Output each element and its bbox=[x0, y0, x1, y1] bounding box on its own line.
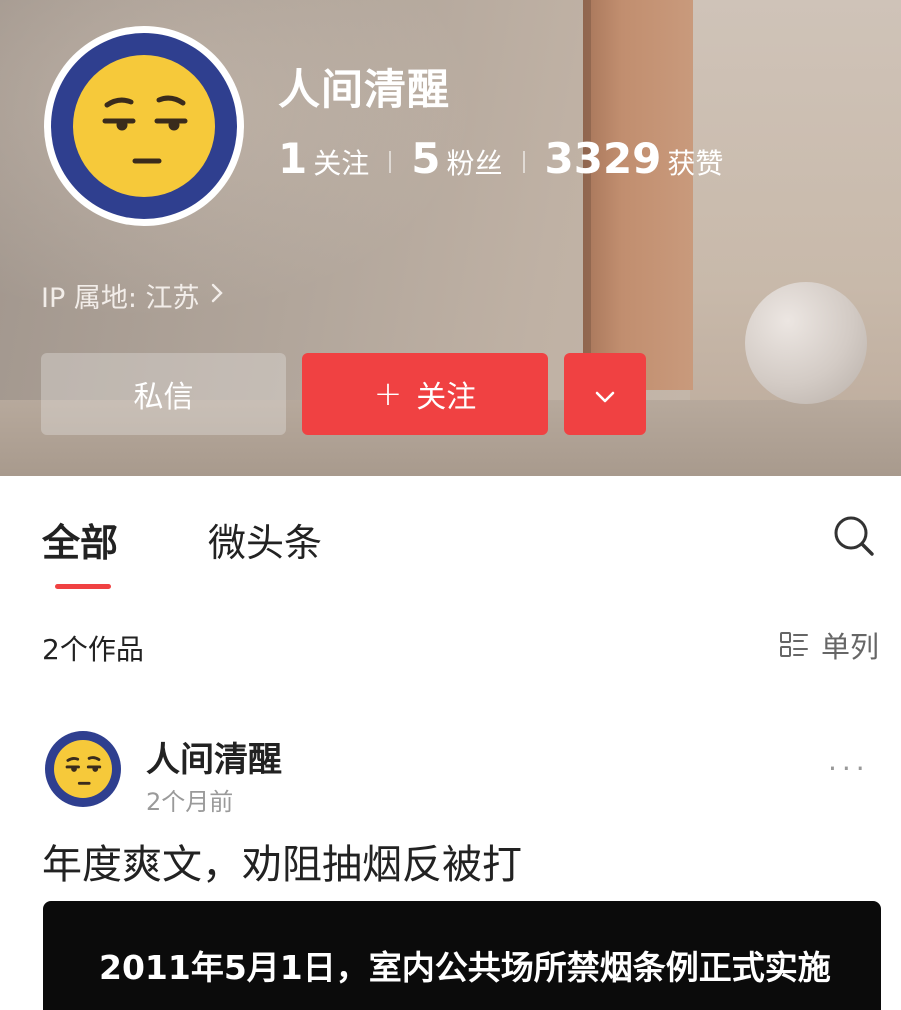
header-background-ball bbox=[745, 282, 867, 404]
message-button[interactable]: 私信 bbox=[41, 353, 286, 435]
profile-name: 人间清醒 bbox=[278, 65, 451, 114]
skeptical-face-svg bbox=[65, 756, 102, 785]
emoji-face-icon bbox=[54, 740, 112, 798]
skeptical-face-svg bbox=[102, 95, 188, 164]
post-author-avatar[interactable] bbox=[42, 728, 124, 810]
ip-location-text: IP 属地: 江苏 bbox=[41, 283, 200, 314]
chevron-down-icon bbox=[594, 377, 616, 412]
post-image[interactable]: 2011年5月1日，室内公共场所禁烟条例正式实施 bbox=[43, 901, 881, 1010]
tab-all[interactable]: 全部 bbox=[42, 512, 118, 567]
header-background-door-edge bbox=[583, 0, 591, 390]
followers-count[interactable]: 5 bbox=[411, 134, 440, 183]
active-tab-indicator bbox=[55, 584, 111, 589]
following-count[interactable]: 1 bbox=[278, 134, 307, 183]
header-background-door bbox=[583, 0, 693, 390]
stat-divider bbox=[522, 151, 525, 173]
post-author-name[interactable]: 人间清醒 bbox=[146, 732, 282, 781]
avatar-ring bbox=[51, 33, 237, 219]
stat-divider bbox=[389, 151, 392, 173]
more-options-button[interactable] bbox=[564, 353, 646, 435]
content-tabs: 全部 微头条 bbox=[0, 476, 901, 606]
ip-location-link[interactable]: IP 属地: 江苏 bbox=[41, 276, 224, 315]
emoji-face-icon bbox=[73, 55, 215, 197]
list-layout-icon bbox=[779, 632, 808, 657]
chevron-right-icon bbox=[210, 282, 224, 310]
layout-toggle-button[interactable]: 单列 bbox=[779, 624, 879, 666]
layout-toggle-label: 单列 bbox=[820, 630, 879, 664]
avatar-ring bbox=[45, 731, 121, 807]
more-dots-icon[interactable]: ··· bbox=[828, 752, 870, 785]
message-button-label: 私信 bbox=[133, 380, 194, 415]
plus-icon: + bbox=[373, 374, 403, 414]
post-title[interactable]: 年度爽文，劝阻抽烟反被打 bbox=[42, 832, 522, 890]
follow-button-label: 关注 bbox=[416, 380, 477, 415]
works-count: 2个作品 bbox=[42, 633, 144, 666]
works-bar: 2个作品 单列 bbox=[0, 606, 901, 686]
profile-header: 人间清醒 1 关注 5 粉丝 3329 获赞 IP 属地: 江苏 私信 + 关注 bbox=[0, 0, 901, 476]
search-button[interactable] bbox=[830, 512, 878, 560]
followers-label[interactable]: 粉丝 bbox=[446, 142, 502, 182]
search-icon bbox=[834, 516, 874, 556]
tab-micro-headlines[interactable]: 微头条 bbox=[208, 512, 322, 567]
post-timestamp: 2个月前 bbox=[146, 788, 234, 816]
likes-count: 3329 bbox=[544, 134, 662, 183]
following-label[interactable]: 关注 bbox=[313, 142, 369, 182]
follow-button[interactable]: + 关注 bbox=[302, 353, 548, 435]
post-image-caption: 2011年5月1日，室内公共场所禁烟条例正式实施 bbox=[99, 948, 831, 987]
likes-label: 获赞 bbox=[667, 147, 724, 180]
profile-avatar[interactable] bbox=[44, 26, 244, 226]
profile-stats: 1 关注 5 粉丝 3329 获赞 bbox=[278, 134, 723, 183]
